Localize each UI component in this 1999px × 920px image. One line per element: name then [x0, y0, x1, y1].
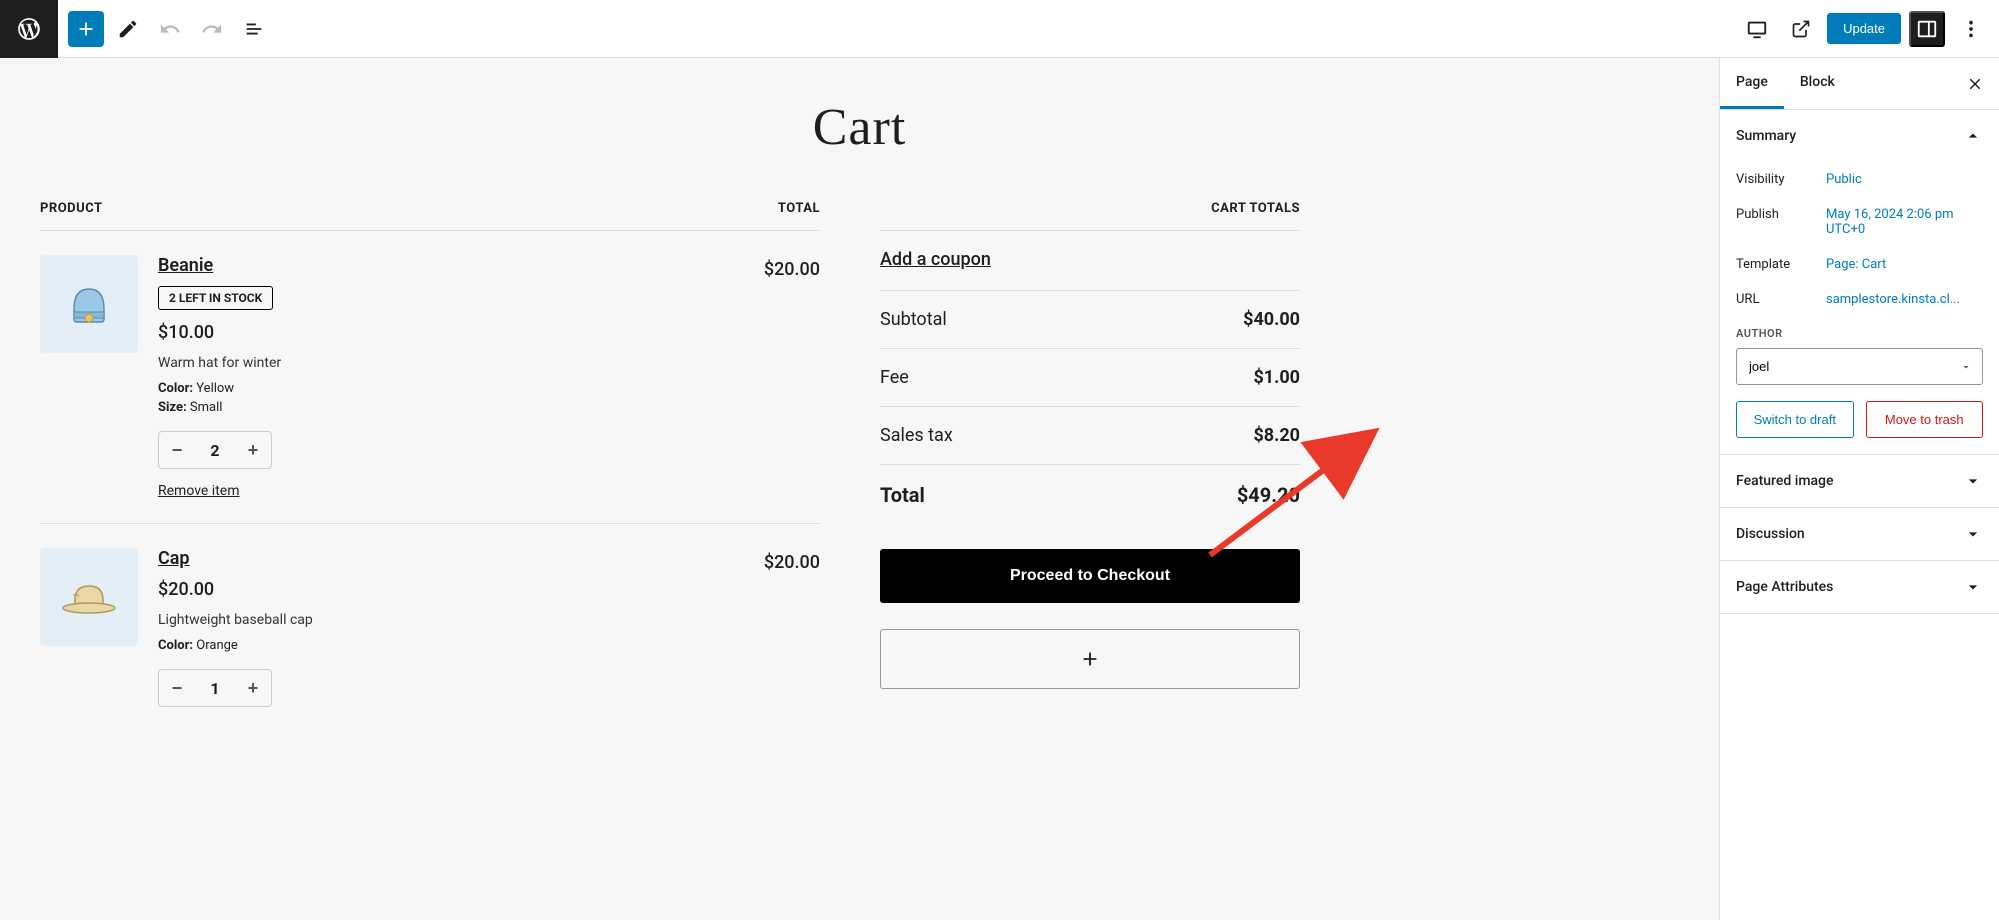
cart-totals-header: CART TOTALS: [880, 187, 1300, 231]
product-description: Lightweight baseball cap: [158, 612, 744, 628]
quantity-decrease-button[interactable]: −: [159, 670, 195, 706]
product-image[interactable]: [40, 255, 138, 353]
summary-title: Summary: [1736, 128, 1796, 144]
quantity-stepper: − 1 +: [158, 669, 272, 707]
product-name[interactable]: Cap: [158, 548, 744, 569]
fee-label: Fee: [880, 367, 909, 388]
switch-to-draft-button[interactable]: Switch to draft: [1736, 401, 1854, 438]
add-coupon-link[interactable]: Add a coupon: [880, 231, 1300, 290]
featured-image-panel-header[interactable]: Featured image: [1720, 455, 1999, 507]
quantity-decrease-button[interactable]: −: [159, 432, 195, 468]
color-value: Yellow: [196, 381, 234, 396]
url-label: URL: [1736, 292, 1826, 307]
tools-button[interactable]: [110, 11, 146, 47]
wordpress-logo[interactable]: [0, 0, 58, 58]
add-block-button[interactable]: [68, 11, 104, 47]
author-select[interactable]: joel: [1736, 348, 1983, 385]
stock-badge: 2 LEFT IN STOCK: [158, 286, 273, 310]
discussion-title: Discussion: [1736, 526, 1805, 542]
cart-item: Beanie 2 LEFT IN STOCK $10.00 Warm hat f…: [40, 231, 820, 524]
line-total: $20.00: [764, 548, 820, 707]
quantity-value: 2: [195, 441, 235, 460]
author-label: AUTHOR: [1736, 327, 1983, 340]
quantity-value: 1: [195, 679, 235, 698]
list-view-button[interactable]: [236, 11, 272, 47]
template-value[interactable]: Page: Cart: [1826, 257, 1983, 272]
chevron-down-icon: [1963, 524, 1983, 544]
quantity-increase-button[interactable]: +: [235, 670, 271, 706]
summary-panel-header[interactable]: Summary: [1720, 110, 1999, 162]
page-title[interactable]: Cart: [0, 98, 1719, 157]
template-label: Template: [1736, 257, 1826, 272]
publish-value[interactable]: May 16, 2024 2:06 pm UTC+0: [1826, 207, 1983, 237]
publish-label: Publish: [1736, 207, 1826, 237]
page-attributes-panel-header[interactable]: Page Attributes: [1720, 561, 1999, 613]
close-sidebar-button[interactable]: [1959, 68, 1991, 100]
fee-value: $1.00: [1253, 367, 1300, 388]
redo-button[interactable]: [194, 11, 230, 47]
product-price: $20.00: [158, 579, 744, 600]
update-button[interactable]: Update: [1827, 13, 1901, 44]
tab-block[interactable]: Block: [1784, 58, 1851, 109]
add-block-placeholder-button[interactable]: [880, 629, 1300, 689]
chevron-up-icon: [1963, 126, 1983, 146]
quantity-increase-button[interactable]: +: [235, 432, 271, 468]
color-label: Color:: [158, 381, 193, 396]
subtotal-value: $40.00: [1243, 309, 1300, 330]
line-total: $20.00: [764, 255, 820, 499]
view-button[interactable]: [1739, 11, 1775, 47]
total-label: Total: [880, 483, 925, 507]
url-value[interactable]: samplestore.kinsta.cl...: [1826, 292, 1983, 307]
tax-value: $8.20: [1253, 425, 1300, 446]
chevron-down-icon: [1963, 577, 1983, 597]
product-price: $10.00: [158, 322, 744, 343]
subtotal-label: Subtotal: [880, 309, 947, 330]
tax-label: Sales tax: [880, 425, 953, 446]
product-name[interactable]: Beanie: [158, 255, 744, 276]
size-label: Size:: [158, 400, 187, 415]
total-value: $49.20: [1237, 483, 1300, 507]
proceed-to-checkout-button[interactable]: Proceed to Checkout: [880, 549, 1300, 603]
discussion-panel-header[interactable]: Discussion: [1720, 508, 1999, 560]
cart-item: Cap $20.00 Lightweight baseball cap Colo…: [40, 524, 820, 731]
column-product-header: PRODUCT: [40, 201, 103, 216]
size-value: Small: [190, 400, 223, 415]
undo-button[interactable]: [152, 11, 188, 47]
visibility-value[interactable]: Public: [1826, 172, 1983, 187]
quantity-stepper: − 2 +: [158, 431, 272, 469]
featured-image-title: Featured image: [1736, 473, 1834, 489]
column-total-header: TOTAL: [778, 201, 820, 216]
chevron-down-icon: [1963, 471, 1983, 491]
color-value: Orange: [196, 638, 238, 653]
tab-page[interactable]: Page: [1720, 58, 1784, 109]
move-to-trash-button[interactable]: Move to trash: [1866, 401, 1984, 438]
editor-canvas[interactable]: Cart PRODUCT TOTAL Beanie 2 LEFT: [0, 58, 1719, 920]
sidebar-toggle-button[interactable]: [1909, 11, 1945, 47]
options-button[interactable]: [1953, 11, 1989, 47]
page-attributes-title: Page Attributes: [1736, 579, 1833, 595]
settings-sidebar: Page Block Summary Visibility Public: [1719, 58, 1999, 920]
visibility-label: Visibility: [1736, 172, 1826, 187]
color-label: Color:: [158, 638, 193, 653]
close-icon: [1966, 75, 1984, 93]
plus-icon: [1079, 648, 1101, 670]
product-image[interactable]: [40, 548, 138, 646]
remove-item-link[interactable]: Remove item: [158, 483, 744, 499]
top-toolbar: Update: [0, 0, 1999, 58]
product-description: Warm hat for winter: [158, 355, 744, 371]
preview-button[interactable]: [1783, 11, 1819, 47]
